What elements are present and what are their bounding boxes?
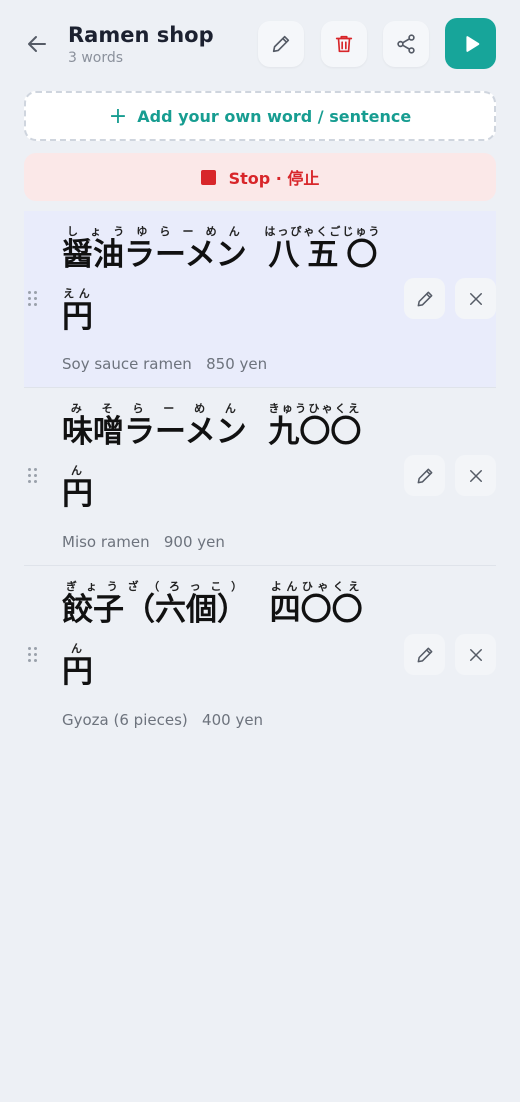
japanese-line: 味噌ラーメンみそらーめん 九〇〇きゅうひゃくえ [62, 402, 362, 450]
play-icon [465, 35, 479, 52]
add-word-label: Add your own word / sentence [137, 106, 412, 126]
edit-word-button[interactable] [404, 455, 445, 496]
stop-button[interactable]: Stop · 停止 [24, 153, 496, 201]
page-title: Ramen shop [68, 23, 214, 47]
pencil-icon [417, 291, 432, 306]
remove-word-button[interactable] [455, 634, 496, 675]
add-word-button[interactable]: + Add your own word / sentence [24, 91, 496, 141]
drag-handle-icon[interactable] [28, 468, 40, 486]
pencil-icon [417, 647, 432, 662]
pencil-icon [417, 468, 432, 483]
share-button[interactable] [383, 21, 429, 67]
back-button[interactable] [22, 29, 52, 59]
word-count: 3 words [68, 50, 124, 66]
translation: Gyoza (6 pieces) 400 yen [62, 711, 264, 729]
title-block: Ramen shop 3 words [68, 22, 214, 66]
close-icon [469, 648, 482, 661]
edit-word-button[interactable] [404, 634, 445, 675]
close-icon [469, 469, 482, 482]
drag-handle-icon[interactable] [28, 647, 40, 665]
word-item[interactable]: 味噌ラーメンみそらーめん 九〇〇きゅうひゃくえ 円ん Miso ramen 90… [24, 388, 496, 566]
edit-word-button[interactable] [404, 278, 445, 319]
word-item[interactable]: 醤油ラーメンしょうゆらーめん 八五〇はっぴゃくごじゅう 円えん Soy sauc… [24, 211, 496, 388]
japanese-line: 円ん [62, 464, 93, 512]
remove-word-button[interactable] [455, 455, 496, 496]
plus-icon: + [108, 103, 128, 129]
stop-label: Stop · 停止 [228, 169, 320, 188]
japanese-line: 円ん [62, 642, 93, 690]
trash-icon [335, 35, 353, 53]
japanese-line: 円えん [62, 287, 93, 335]
japanese-line: 餃子（六個）ぎょうざ（ろっこ） 四〇〇よんひゃくえ [62, 580, 363, 628]
translation: Soy sauce ramen 850 yen [62, 355, 268, 373]
stop-icon [200, 169, 216, 185]
play-button[interactable] [445, 18, 496, 69]
remove-word-button[interactable] [455, 278, 496, 319]
close-icon [469, 292, 482, 305]
delete-list-button[interactable] [321, 21, 367, 67]
japanese-line: 醤油ラーメンしょうゆらーめん 八五〇はっぴゃくごじゅう [62, 225, 382, 273]
pencil-icon [272, 35, 290, 53]
edit-list-button[interactable] [258, 21, 304, 67]
top-bar: Ramen shop 3 words [0, 0, 520, 88]
drag-handle-icon[interactable] [28, 291, 40, 309]
share-icon [397, 34, 415, 54]
back-arrow-icon [28, 36, 46, 52]
word-item[interactable]: 餃子（六個）ぎょうざ（ろっこ） 四〇〇よんひゃくえ 円ん Gyoza (6 pi… [24, 566, 496, 742]
translation: Miso ramen 900 yen [62, 533, 225, 551]
